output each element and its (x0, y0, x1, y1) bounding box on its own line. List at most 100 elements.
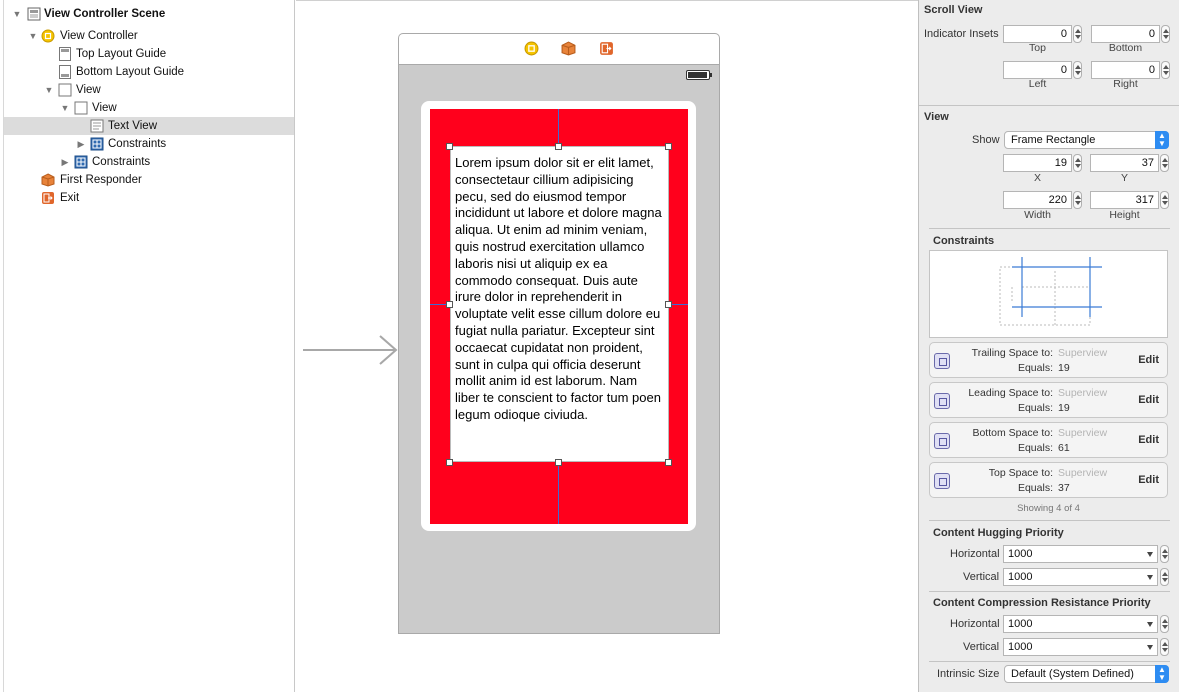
frame-height-field[interactable]: 317 (1090, 191, 1159, 209)
first-responder-icon[interactable] (561, 41, 576, 56)
constraint-target: Superview (1058, 427, 1108, 439)
outline-label: Constraints (108, 138, 167, 150)
hugging-horizontal-label: Horizontal (950, 548, 1000, 560)
exit-icon[interactable] (599, 41, 614, 56)
outline-item-view-controller[interactable]: ▼ View Controller (4, 27, 294, 45)
show-popup[interactable]: Frame Rectangle ▲ ▼ (1004, 131, 1169, 149)
inset-left-field[interactable]: 0 (1003, 61, 1072, 79)
outline-item-top-layout-guide[interactable]: Top Layout Guide (4, 45, 294, 63)
hugging-vertical-label: Vertical (963, 571, 1000, 583)
constraints-icon (74, 155, 88, 169)
popup-arrows-icon: ▲ ▼ (1155, 131, 1169, 149)
outline-item-scene[interactable]: ▼ View Controller Scene (4, 5, 294, 23)
outline-item-constraints-outer[interactable]: ▶ Constraints (4, 153, 294, 171)
resize-handle[interactable] (555, 143, 562, 150)
outline-label: Text View (108, 120, 158, 132)
intrinsic-size-label: Intrinsic Size (937, 668, 1000, 680)
section-title-compression: Content Compression Resistance Priority (933, 597, 1151, 609)
frame-x-field[interactable]: 19 (1003, 154, 1072, 172)
compression-horizontal-stepper[interactable] (1160, 615, 1169, 633)
battery-icon (686, 70, 712, 80)
bottom-constraint-icon (934, 433, 950, 449)
outline-item-constraints-inner[interactable]: ▶ Constraints (4, 135, 294, 153)
disclosure-open-icon[interactable]: ▼ (60, 103, 70, 113)
outline-item-subview[interactable]: ▼ View (4, 99, 294, 117)
divider (929, 591, 1170, 592)
resize-handle[interactable] (446, 301, 453, 308)
intrinsic-size-value: Default (System Defined) (1011, 668, 1134, 680)
outline-item-view[interactable]: ▼ View (4, 81, 294, 99)
first-responder-icon (41, 173, 55, 187)
inset-right-stepper[interactable] (1161, 61, 1170, 79)
disclosure-open-icon[interactable]: ▼ (28, 31, 38, 41)
edit-button[interactable]: Edit (1138, 354, 1159, 366)
edit-button[interactable]: Edit (1138, 434, 1159, 446)
constraint-target: Superview (1058, 387, 1108, 399)
document-outline: ▼ View Controller Scene ▼ View Controlle… (0, 0, 295, 692)
frame-x-label: X (1033, 172, 1041, 184)
disclosure-open-icon[interactable]: ▼ (12, 9, 22, 19)
constraints-diagram[interactable] (929, 250, 1168, 338)
disclosure-open-icon[interactable]: ▼ (44, 85, 54, 95)
resize-handle[interactable] (665, 459, 672, 466)
inset-top-stepper[interactable] (1073, 25, 1082, 43)
hugging-vertical-combo[interactable]: 1000 (1003, 568, 1158, 586)
outline-item-text-view[interactable]: Text View (4, 117, 294, 135)
resize-handle[interactable] (446, 459, 453, 466)
resize-handle[interactable] (446, 143, 453, 150)
compression-horizontal-combo[interactable]: 1000 (1003, 615, 1158, 633)
inset-right-field[interactable]: 0 (1091, 61, 1160, 79)
frame-y-field[interactable]: 37 (1090, 154, 1159, 172)
edit-button[interactable]: Edit (1138, 394, 1159, 406)
inset-top-field[interactable]: 0 (1003, 25, 1072, 43)
view-controller-icon[interactable] (524, 41, 539, 56)
hugging-horizontal-combo[interactable]: 1000 (1003, 545, 1158, 563)
frame-width-stepper[interactable] (1073, 191, 1082, 209)
constraint-row-top[interactable]: Top Space to: Superview Equals: 37 Edit (929, 462, 1168, 498)
outline-item-bottom-layout-guide[interactable]: Bottom Layout Guide (4, 63, 294, 81)
constraint-title: Bottom Space to: (972, 427, 1053, 439)
resize-handle[interactable] (665, 301, 672, 308)
compression-vertical-combo[interactable]: 1000 (1003, 638, 1158, 656)
constraint-row-trailing[interactable]: Trailing Space to: Superview Equals: 19 … (929, 342, 1168, 378)
constraints-diagram-graphic (999, 257, 1102, 326)
constraint-title: Trailing Space to: (971, 347, 1053, 359)
frame-y-stepper[interactable] (1160, 154, 1169, 172)
frame-width-field[interactable]: 220 (1003, 191, 1072, 209)
hugging-horizontal-stepper[interactable] (1160, 545, 1169, 563)
frame-y-label: Y (1120, 172, 1128, 184)
inset-bottom-label: Bottom (1108, 42, 1143, 54)
outline-label: View (92, 102, 117, 114)
constraint-equals-label: Equals: (1017, 482, 1053, 494)
edit-button[interactable]: Edit (1138, 474, 1159, 486)
text-view[interactable]: Lorem ipsum dolor sit er elit lamet, con… (450, 146, 669, 462)
leading-constraint-icon (934, 393, 950, 409)
section-title-constraints: Constraints (933, 235, 995, 247)
constraint-row-leading[interactable]: Leading Space to: Superview Equals: 19 E… (929, 382, 1168, 418)
inset-bottom-field[interactable]: 0 (1091, 25, 1160, 43)
exit-icon (42, 192, 54, 204)
outline-item-exit[interactable]: Exit (4, 189, 294, 207)
initial-scene-arrow-icon[interactable] (303, 334, 399, 366)
compression-vertical-label: Vertical (963, 641, 1000, 653)
frame-height-stepper[interactable] (1160, 191, 1169, 209)
inset-right-label: Right (1113, 78, 1138, 90)
resize-handle[interactable] (555, 459, 562, 466)
show-label: Show (972, 134, 1000, 146)
combo-value: 1000 (1008, 548, 1033, 560)
compression-vertical-stepper[interactable] (1160, 638, 1169, 656)
combo-value: 1000 (1008, 641, 1033, 653)
inset-left-stepper[interactable] (1073, 61, 1082, 79)
hugging-vertical-stepper[interactable] (1160, 568, 1169, 586)
disclosure-closed-icon[interactable]: ▶ (60, 157, 70, 168)
trailing-constraint-icon (934, 353, 950, 369)
inset-bottom-stepper[interactable] (1161, 25, 1170, 43)
constraint-title: Leading Space to: (968, 387, 1053, 399)
outline-item-first-responder[interactable]: First Responder (4, 171, 294, 189)
disclosure-closed-icon[interactable]: ▶ (76, 139, 86, 150)
resize-handle[interactable] (665, 143, 672, 150)
intrinsic-size-popup[interactable]: Default (System Defined) ▲ ▼ (1004, 665, 1169, 683)
outline-label: Top Layout Guide (76, 48, 167, 60)
frame-x-stepper[interactable] (1073, 154, 1082, 172)
constraint-row-bottom[interactable]: Bottom Space to: Superview Equals: 61 Ed… (929, 422, 1168, 458)
